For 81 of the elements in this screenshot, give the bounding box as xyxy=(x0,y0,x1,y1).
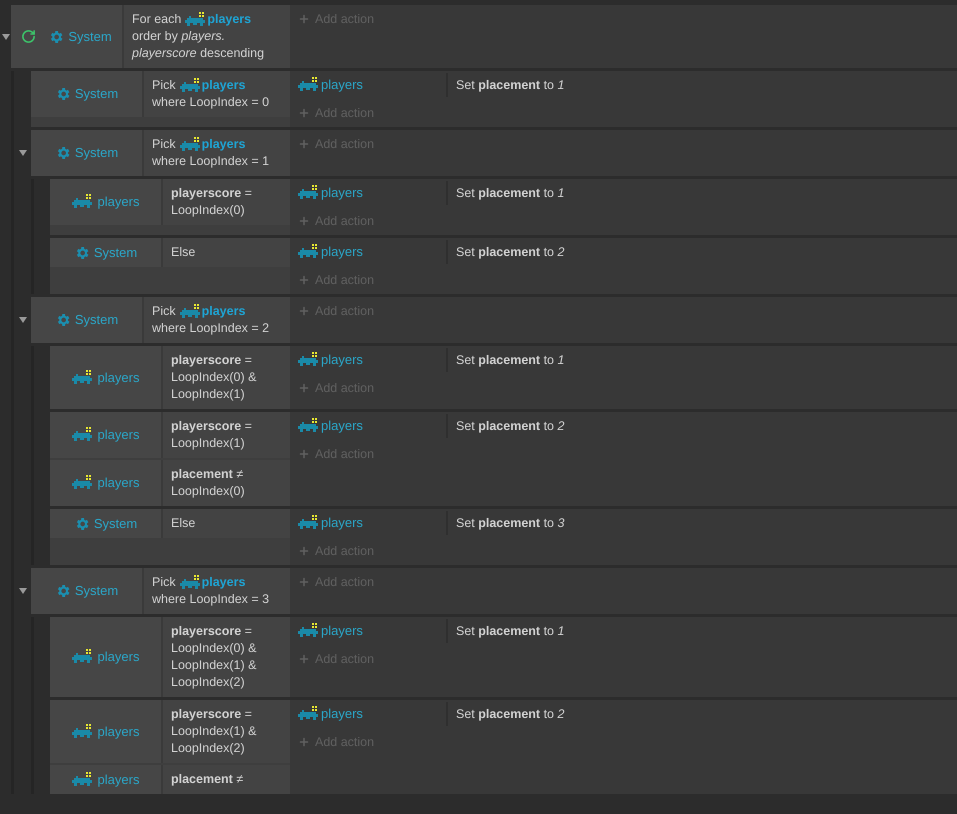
condition-text[interactable]: playerscore = LoopIndex(1) xyxy=(163,412,290,458)
condition-object[interactable]: System xyxy=(31,297,144,343)
plus-icon xyxy=(298,107,310,119)
action-text[interactable]: Set placement to 3 xyxy=(448,514,564,532)
sprite-icon xyxy=(72,194,94,210)
condition-text[interactable]: playerscore = LoopIndex(0) & LoopIndex(1) & LoopIndex(2) xyxy=(163,617,290,697)
plus-icon xyxy=(298,305,310,317)
plus-icon xyxy=(298,382,310,394)
action-text[interactable]: Set placement to 1 xyxy=(448,76,564,94)
condition-object[interactable]: System xyxy=(31,568,144,614)
sprite-icon xyxy=(180,136,202,152)
sprite-icon xyxy=(298,352,320,368)
sprite-icon xyxy=(72,427,94,443)
sprite-icon xyxy=(298,77,320,93)
condition-object[interactable]: System xyxy=(50,509,163,538)
condition-text[interactable]: Pick players where LoopIndex = 1 xyxy=(144,130,290,176)
sprite-icon xyxy=(72,772,94,788)
sprite-icon xyxy=(298,185,320,201)
condition-text[interactable]: Pick players where LoopIndex = 2 xyxy=(144,297,290,343)
sprite-icon xyxy=(298,706,320,722)
sprite-icon xyxy=(298,515,320,531)
action-text[interactable]: Set placement to 1 xyxy=(448,350,564,370)
sprite-icon xyxy=(72,475,94,491)
sprite-icon xyxy=(72,370,94,386)
condition-text[interactable]: playerscore = LoopIndex(0) xyxy=(163,179,290,225)
collapse-toggle[interactable] xyxy=(2,32,10,40)
action-text[interactable]: Set placement to 1 xyxy=(448,622,564,640)
plus-icon xyxy=(298,545,310,557)
sprite-icon xyxy=(72,649,94,665)
condition-text[interactable]: playerscore = LoopIndex(0) & LoopIndex(1) xyxy=(163,346,290,409)
action-text[interactable]: Set placement to 1 xyxy=(448,184,564,202)
condition-object[interactable]: System xyxy=(31,130,144,176)
condition-text[interactable]: playerscore = LoopIndex(1) & LoopIndex(2) xyxy=(163,700,290,763)
plus-icon xyxy=(298,448,310,460)
action-object[interactable]: players xyxy=(290,511,448,535)
condition-object[interactable]: players xyxy=(50,412,163,458)
action-text[interactable]: Set placement to 2 xyxy=(448,704,564,724)
condition-object[interactable]: players xyxy=(50,346,163,409)
plus-icon xyxy=(298,736,310,748)
sprite-icon xyxy=(185,12,208,28)
sprite-icon xyxy=(298,418,320,434)
sprite-icon xyxy=(180,78,202,94)
condition-text[interactable]: Else xyxy=(163,238,290,267)
condition-object[interactable]: players xyxy=(50,179,163,225)
action-text[interactable]: Set placement to 2 xyxy=(448,416,564,436)
plus-icon xyxy=(298,576,310,588)
sprite-icon xyxy=(298,244,320,260)
action-object[interactable]: players xyxy=(290,240,448,264)
condition-object[interactable]: players xyxy=(50,700,163,763)
action-object[interactable]: players xyxy=(290,702,448,726)
plus-icon xyxy=(298,13,310,25)
condition-object[interactable]: players xyxy=(50,460,163,506)
plus-icon xyxy=(298,138,310,150)
condition-text[interactable]: Pick players where LoopIndex = 3 xyxy=(144,568,290,614)
action-text[interactable]: Set placement to 2 xyxy=(448,242,564,262)
condition-object[interactable]: System xyxy=(31,71,144,117)
condition-text[interactable]: placement ≠ xyxy=(163,765,290,794)
condition-object[interactable]: players xyxy=(50,617,163,697)
action-object[interactable]: players xyxy=(290,73,448,97)
plus-icon xyxy=(298,653,310,665)
sprite-icon xyxy=(298,623,320,639)
action-object[interactable]: players xyxy=(290,348,448,372)
condition-text[interactable]: placement ≠ LoopIndex(0) xyxy=(163,460,290,506)
action-object[interactable]: players xyxy=(290,619,448,643)
condition-object[interactable]: System xyxy=(11,5,124,68)
condition-text[interactable]: For each players order by players. playerscore descending xyxy=(124,5,290,68)
sprite-icon xyxy=(180,574,202,590)
sprite-icon xyxy=(72,724,94,740)
settings-icon xyxy=(48,28,64,44)
condition-object[interactable]: players xyxy=(50,765,163,794)
sprite-icon xyxy=(180,304,202,320)
action-object[interactable]: players xyxy=(290,414,448,438)
collapse-toggle[interactable] xyxy=(18,587,26,595)
plus-icon xyxy=(298,274,310,286)
condition-text[interactable]: Pick players where LoopIndex = 0 xyxy=(144,71,290,117)
plus-icon xyxy=(298,215,310,227)
collapse-toggle[interactable] xyxy=(18,316,26,324)
action-object[interactable]: players xyxy=(290,181,448,205)
collapse-toggle[interactable] xyxy=(18,149,26,157)
condition-text[interactable]: Else xyxy=(163,509,290,538)
condition-object[interactable]: System xyxy=(50,238,163,267)
